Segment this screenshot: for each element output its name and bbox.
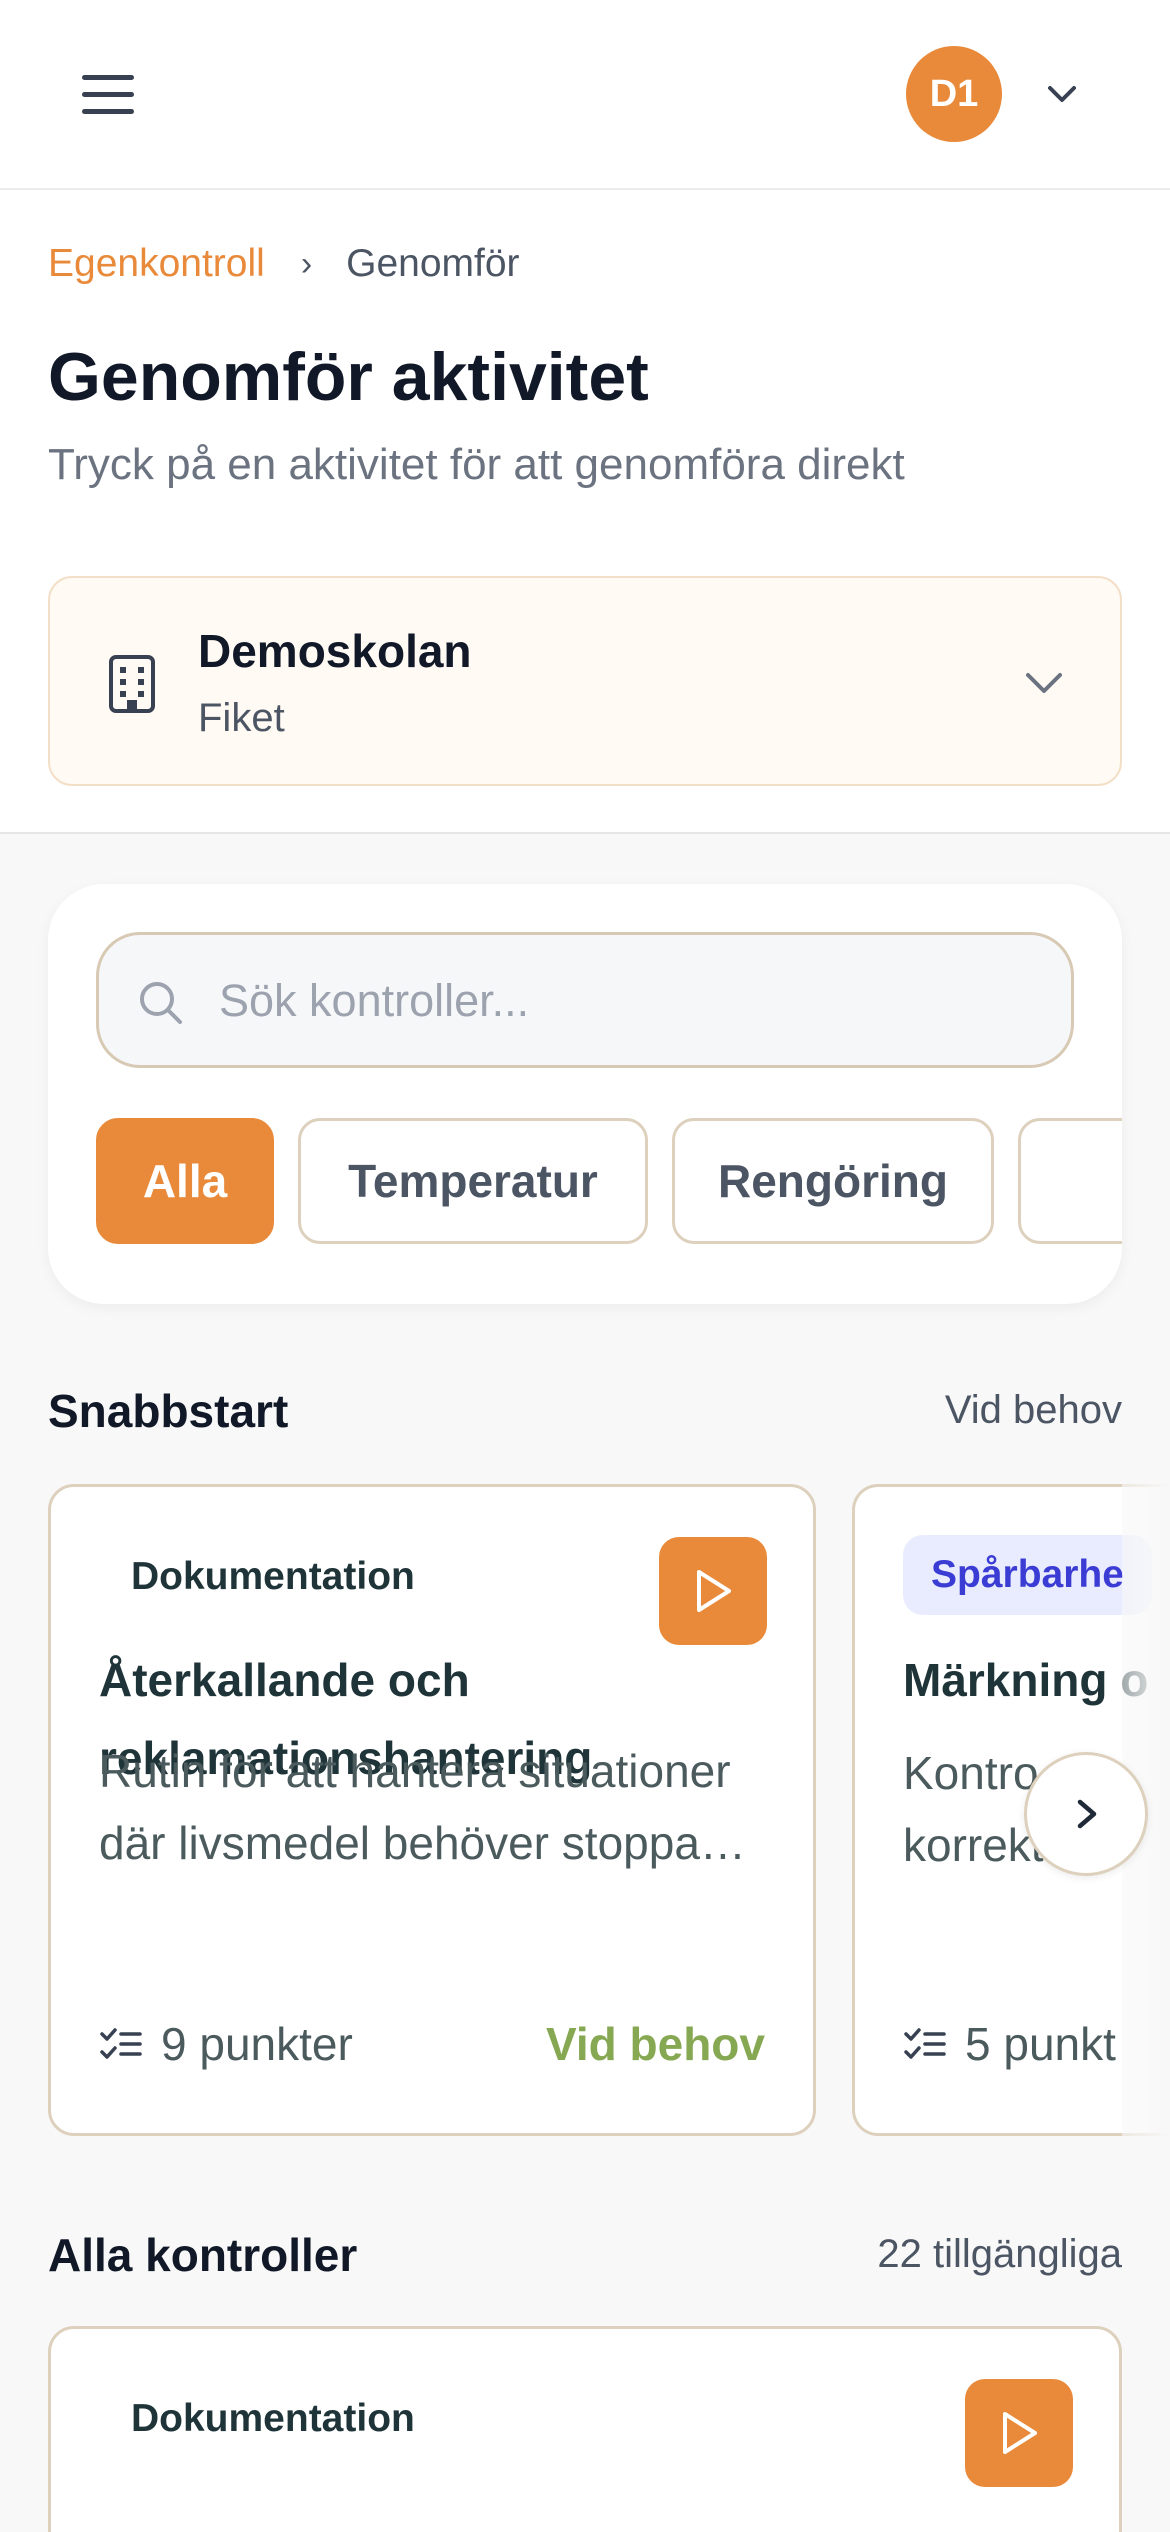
category-filter-chips: Alla Temperatur Rengöring bbox=[96, 1118, 1122, 1248]
top-bar: D1 bbox=[0, 0, 1170, 190]
page-header-area: Egenkontroll › Genomför Genomför aktivit… bbox=[0, 190, 1170, 834]
controls-count: 22 tillgängliga bbox=[877, 2232, 1122, 2276]
avatar[interactable]: D1 bbox=[906, 46, 1002, 142]
breadcrumb: Egenkontroll › Genomför bbox=[48, 242, 520, 286]
chevron-down-icon[interactable] bbox=[1044, 78, 1080, 110]
card-category: Dokumentation bbox=[131, 1555, 415, 1598]
play-button[interactable] bbox=[659, 1537, 767, 1645]
chevron-right-icon: › bbox=[300, 244, 313, 283]
quickstart-card[interactable]: Dokumentation Återkallande och reklamati… bbox=[48, 1484, 816, 2136]
section-heading-alla-kontroller: Alla kontroller bbox=[48, 2229, 358, 2281]
breadcrumb-egenkontroll-link[interactable]: Egenkontroll bbox=[48, 242, 265, 286]
hamburger-menu-icon[interactable] bbox=[70, 62, 146, 126]
location-name: Demoskolan bbox=[198, 625, 472, 677]
card-description: Rutin för att hantera situationer där li… bbox=[99, 1745, 746, 1869]
quickstart-filter-label: Vid behov bbox=[944, 1388, 1122, 1432]
page-title: Genomför aktivitet bbox=[48, 339, 649, 415]
breadcrumb-current: Genomför bbox=[346, 242, 520, 285]
card-points: 9 punkter bbox=[99, 2017, 353, 2071]
filter-panel: Sök kontroller... Alla Temperatur Rengör… bbox=[48, 884, 1122, 1304]
location-unit: Fiket bbox=[198, 696, 285, 740]
filter-chip-temperatur[interactable]: Temperatur bbox=[298, 1118, 648, 1244]
control-card[interactable]: Dokumentation bbox=[48, 2326, 1122, 2532]
filter-chip-more[interactable] bbox=[1018, 1118, 1122, 1244]
card-frequency: Vid behov bbox=[546, 2018, 765, 2070]
location-selector[interactable]: Demoskolan Fiket bbox=[48, 576, 1122, 786]
search-input[interactable]: Sök kontroller... bbox=[96, 932, 1074, 1068]
filter-chip-rengoring[interactable]: Rengöring bbox=[672, 1118, 994, 1244]
play-icon bbox=[1003, 2412, 1037, 2454]
card-title: Märkning o bbox=[903, 1654, 1149, 1706]
card-category: Dokumentation bbox=[131, 2397, 415, 2440]
play-icon bbox=[697, 1570, 731, 1612]
play-button[interactable] bbox=[965, 2379, 1073, 2487]
search-icon bbox=[140, 982, 182, 1024]
checklist-icon bbox=[904, 2028, 946, 2059]
section-heading-snabbstart: Snabbstart bbox=[48, 1385, 289, 1437]
card-points: 5 punkt bbox=[903, 2017, 1116, 2071]
checklist-icon bbox=[100, 2028, 142, 2059]
chevron-right-icon bbox=[1077, 1799, 1097, 1829]
card-category-badge: Spårbarhe bbox=[903, 1535, 1152, 1615]
building-icon bbox=[109, 655, 155, 713]
filter-chip-alla[interactable]: Alla bbox=[96, 1118, 274, 1244]
page-subtitle: Tryck på en aktivitet för att genomföra … bbox=[48, 440, 905, 489]
carousel-next-button[interactable] bbox=[1024, 1752, 1148, 1876]
chevron-down-icon bbox=[1026, 673, 1062, 693]
search-placeholder: Sök kontroller... bbox=[219, 975, 530, 1026]
